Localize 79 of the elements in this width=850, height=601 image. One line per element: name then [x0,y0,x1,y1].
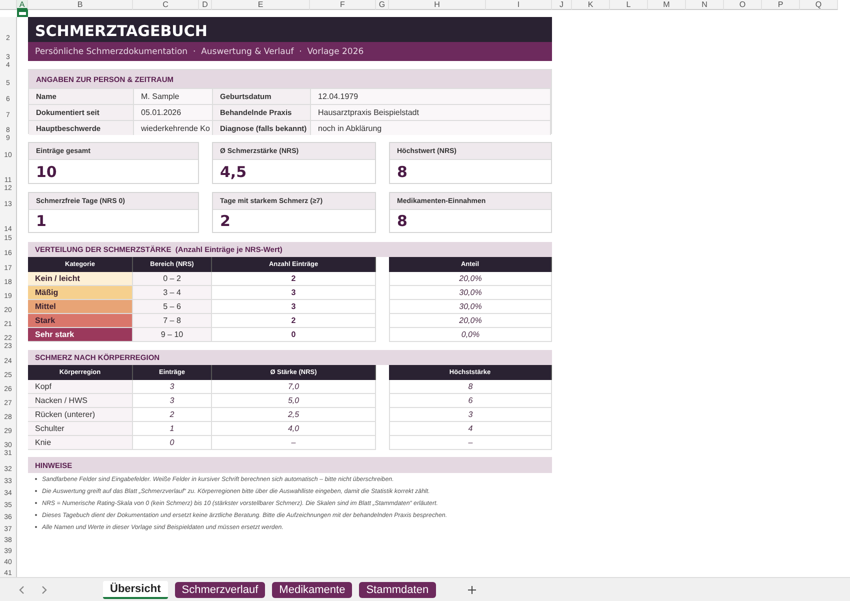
table-cell: 4 [389,422,552,436]
add-sheet-icon[interactable] [466,584,477,594]
column-header[interactable]: F [310,0,376,10]
sheet-tab[interactable]: Medikamente [272,582,352,598]
table-cell: – [212,436,376,450]
table-cell: 9 – 10 [133,328,212,342]
table-cell: Schulter [28,422,133,436]
column-header[interactable]: M [648,0,686,10]
table-cell: Rücken (unterer) [28,408,133,422]
chevron-right-icon[interactable] [39,584,49,594]
table-cell: 2 [212,314,376,328]
table-cell: 3 [212,300,376,314]
category-cell: Mäßig [28,286,133,300]
table-cell: 3 [133,380,212,394]
column-header[interactable]: Q [800,0,838,10]
sheet-tab[interactable]: Schmerzverlauf [174,582,266,598]
table-cell: 0 – 2 [133,272,212,286]
table-cell: 5 – 6 [133,300,212,314]
table-cell: 0 [133,436,212,450]
table-cell: 2 [133,408,212,422]
column-header[interactable]: G [376,0,389,10]
column-header[interactable]: A [17,0,28,10]
chevron-left-icon[interactable] [17,584,27,594]
kpi-value: 2 [219,211,232,232]
column-header[interactable]: N [686,0,724,10]
sheet-title: SCHMERZTAGEBUCH [28,17,552,42]
cell-selection-frame [17,10,28,17]
table-cell: 20,0% [389,314,552,328]
field-value[interactable]: 05.01.2026 [134,104,213,120]
sheet-tab[interactable]: Übersicht [103,580,168,598]
sheet-subtitle: Persönliche Schmerzdokumentation · Auswertung & Verlauf · Vorlage 2026 [28,42,552,61]
table-cell: 1 [133,422,212,436]
table-cell: 4,0 [212,422,376,436]
field-value[interactable]: Hausarztpraxis Beispielstadt [311,104,551,120]
kpi-value: 1 [35,211,48,232]
table-cell: Knie [28,436,133,450]
kpi-value: 10 [35,162,58,182]
table-cell: 5,0 [212,394,376,408]
table-cell: 3 [133,394,212,408]
column-header[interactable]: I [486,0,552,10]
table-cell: Kopf [28,380,133,394]
kpi-value: 4,5 [219,162,248,182]
column-header[interactable]: D [199,0,212,10]
table-cell: 7 – 8 [133,314,212,328]
table-cell: 0,0% [389,328,552,342]
column-header[interactable]: P [762,0,800,10]
table-cell: Nacken / HWS [28,394,133,408]
table-cell: 3 – 4 [133,286,212,300]
sheet-tab[interactable]: Stammdaten [359,582,436,598]
table-cell: – [389,436,552,450]
field-value[interactable]: 12.04.1979 [311,88,551,104]
table-cell: 2 [212,272,376,286]
field-value[interactable]: M. Sample [134,88,213,104]
column-header[interactable]: E [212,0,310,10]
column-header[interactable]: K [572,0,610,10]
table-cell: 8 [389,380,552,394]
table-cell: 0 [212,328,376,342]
category-cell: Sehr stark [28,328,133,342]
column-header[interactable]: B [28,0,133,10]
field-value[interactable]: noch in Abklärung [311,120,551,135]
column-header[interactable]: C [133,0,199,10]
category-cell: Stark [28,314,133,328]
table-cell: 30,0% [389,286,552,300]
table-cell: 3 [212,286,376,300]
table-cell: 6 [389,394,552,408]
table-cell: 3 [389,408,552,422]
table-cell: 20,0% [389,272,552,286]
category-cell: Mittel [28,300,133,314]
column-header[interactable]: H [389,0,486,10]
table-cell: 7,0 [212,380,376,394]
column-header[interactable]: L [610,0,648,10]
kpi-value: 8 [396,162,408,182]
table-cell: 2,5 [212,408,376,422]
kpi-value: 8 [396,211,408,232]
column-header[interactable]: J [552,0,572,10]
column-header[interactable]: O [724,0,762,10]
category-cell: Kein / leicht [28,272,133,286]
field-value[interactable]: wiederkehrende Ko [134,120,213,135]
table-cell: 30,0% [389,300,552,314]
